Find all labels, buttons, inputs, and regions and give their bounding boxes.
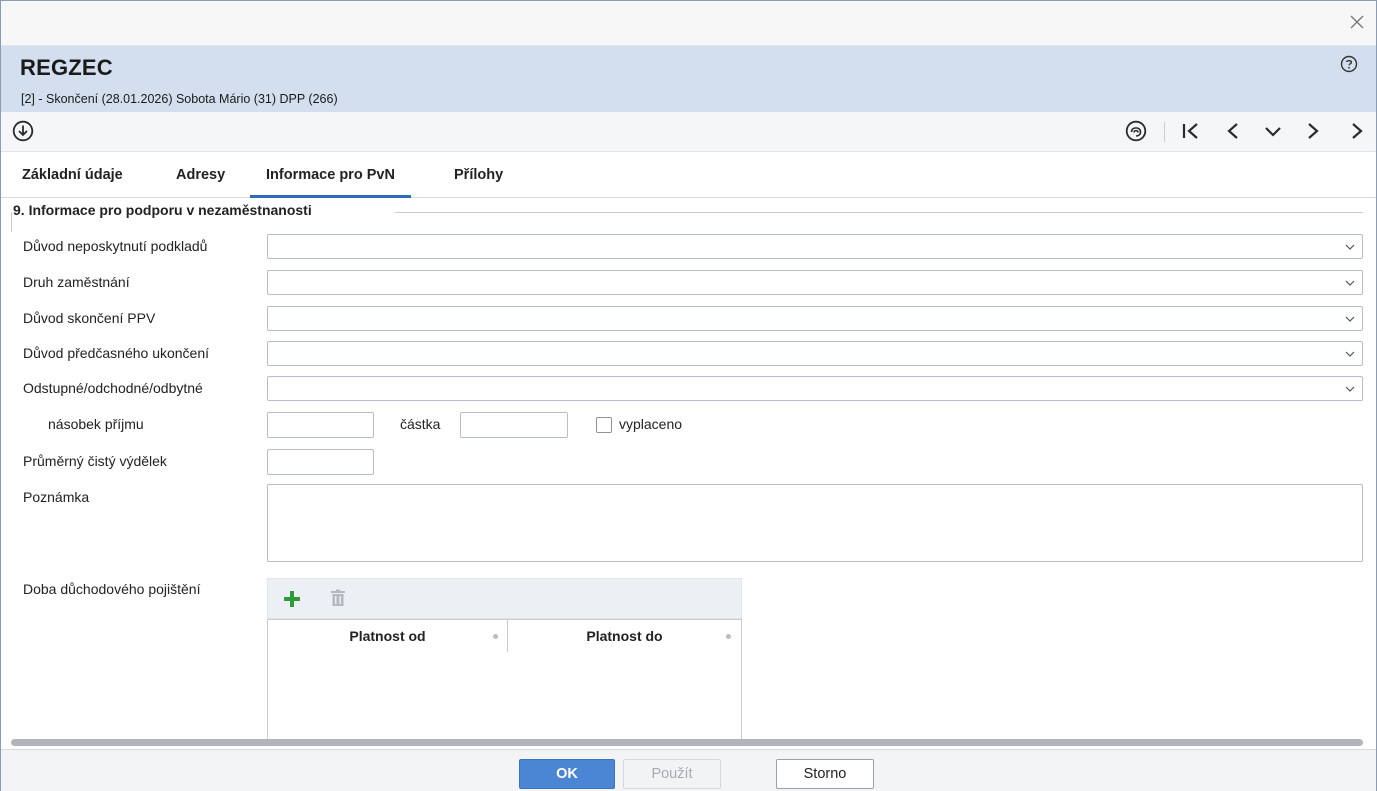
- first-record-icon: [1182, 123, 1198, 139]
- section-divider: [395, 212, 1363, 213]
- download-button[interactable]: [12, 120, 34, 142]
- vyplaceno-label: vyplaceno: [619, 416, 683, 432]
- column-menu-icon[interactable]: [493, 634, 498, 639]
- record-title: REGZEC: [20, 55, 113, 80]
- grid-body: [267, 652, 742, 742]
- next-record-button[interactable]: [1302, 120, 1324, 142]
- tab-prilohy[interactable]: Přílohy: [454, 167, 503, 198]
- close-button[interactable]: [1344, 9, 1370, 35]
- toolbar-separator: [1164, 122, 1165, 142]
- castka-label: částka: [400, 416, 441, 432]
- dialog-window: REGZEC [2] - Skončení (28.01.2026) Sobot…: [0, 0, 1377, 791]
- prumerny-vydelek-label: Průměrný čistý výdělek: [23, 453, 167, 469]
- previous-record-button[interactable]: [1222, 120, 1244, 142]
- nasobek-input[interactable]: [267, 412, 374, 438]
- grid-header: Platnost od Platnost do: [267, 619, 742, 653]
- first-record-button[interactable]: [1180, 120, 1202, 142]
- add-row-button[interactable]: [283, 590, 301, 608]
- vyplaceno-checkbox[interactable]: [596, 417, 612, 433]
- chevron-down-icon: [1345, 244, 1355, 250]
- record-toolbar: [1, 112, 1376, 152]
- help-button[interactable]: [1340, 55, 1358, 73]
- tab-adresy[interactable]: Adresy: [176, 167, 225, 198]
- odstupne-select[interactable]: [267, 376, 1363, 401]
- nasobek-label: násobek příjmu: [48, 416, 144, 432]
- trash-icon: [331, 589, 345, 606]
- dropdown-record-button[interactable]: [1262, 120, 1284, 142]
- druh-zamestnani-label: Druh zaměstnání: [23, 274, 130, 290]
- help-icon: [1340, 55, 1358, 73]
- fingerprint-icon: [1125, 120, 1147, 142]
- chevron-down-icon: [1265, 127, 1281, 137]
- duvod-skonceni-label: Důvod skončení PPV: [23, 310, 156, 326]
- section-frame: [11, 212, 12, 232]
- poznamka-label: Poznámka: [23, 489, 90, 505]
- next-record-icon: [1308, 123, 1319, 139]
- horizontal-scrollbar[interactable]: [11, 739, 1363, 746]
- cancel-button[interactable]: Storno: [776, 759, 874, 789]
- duvod-predcasneho-select[interactable]: [267, 341, 1363, 366]
- duvod-skonceni-select[interactable]: [267, 306, 1363, 331]
- download-circle-icon: [12, 120, 34, 142]
- duvod-predcasneho-label: Důvod předčasného ukončení: [23, 345, 210, 361]
- ok-button[interactable]: OK: [519, 759, 615, 789]
- prumerny-vydelek-input[interactable]: [267, 449, 374, 475]
- chevron-down-icon: [1345, 316, 1355, 322]
- column-menu-icon[interactable]: [726, 634, 731, 639]
- last-record-icon: [1352, 123, 1363, 139]
- grid-toolbar: [267, 578, 742, 619]
- section-title: 9. Informace pro podporu v nezaměstnanos…: [13, 202, 316, 218]
- chevron-down-icon: [1345, 280, 1355, 286]
- fingerprint-button[interactable]: [1125, 120, 1147, 142]
- doba-pojisteni-label: Doba důchodového pojištění: [23, 581, 201, 597]
- chevron-down-icon: [1345, 386, 1355, 392]
- chevron-down-icon: [1345, 351, 1355, 357]
- poznamka-textarea[interactable]: [267, 484, 1363, 562]
- duvod-neposkytnuti-select[interactable]: [267, 234, 1363, 259]
- tab-zakladni-udaje[interactable]: Základní údaje: [22, 167, 123, 198]
- castka-input[interactable]: [460, 412, 568, 438]
- record-header: REGZEC [2] - Skončení (28.01.2026) Sobot…: [1, 46, 1376, 112]
- apply-button[interactable]: Použít: [623, 759, 721, 789]
- druh-zamestnani-select[interactable]: [267, 270, 1363, 295]
- title-bar: [1, 1, 1376, 46]
- close-icon: [1350, 15, 1364, 29]
- previous-record-icon: [1227, 123, 1238, 139]
- odstupne-label: Odstupné/odchodné/odbytné: [23, 380, 203, 396]
- duvod-neposkytnuti-label: Důvod neposkytnutí podkladů: [23, 238, 208, 254]
- plus-icon: [284, 591, 300, 607]
- column-header-platnost-od[interactable]: Platnost od: [268, 620, 507, 652]
- tab-informace-pro-pvn[interactable]: Informace pro PvN: [250, 167, 411, 198]
- delete-row-button[interactable]: [330, 589, 346, 607]
- dialog-footer: OK Použít Storno: [1, 749, 1376, 791]
- column-header-platnost-do[interactable]: Platnost do: [508, 620, 741, 652]
- tab-bar: Základní údaje Adresy Informace pro PvN …: [1, 152, 1376, 198]
- record-subtitle: [2] - Skončení (28.01.2026) Sobota Mário…: [21, 92, 338, 106]
- last-record-button[interactable]: [1346, 120, 1368, 142]
